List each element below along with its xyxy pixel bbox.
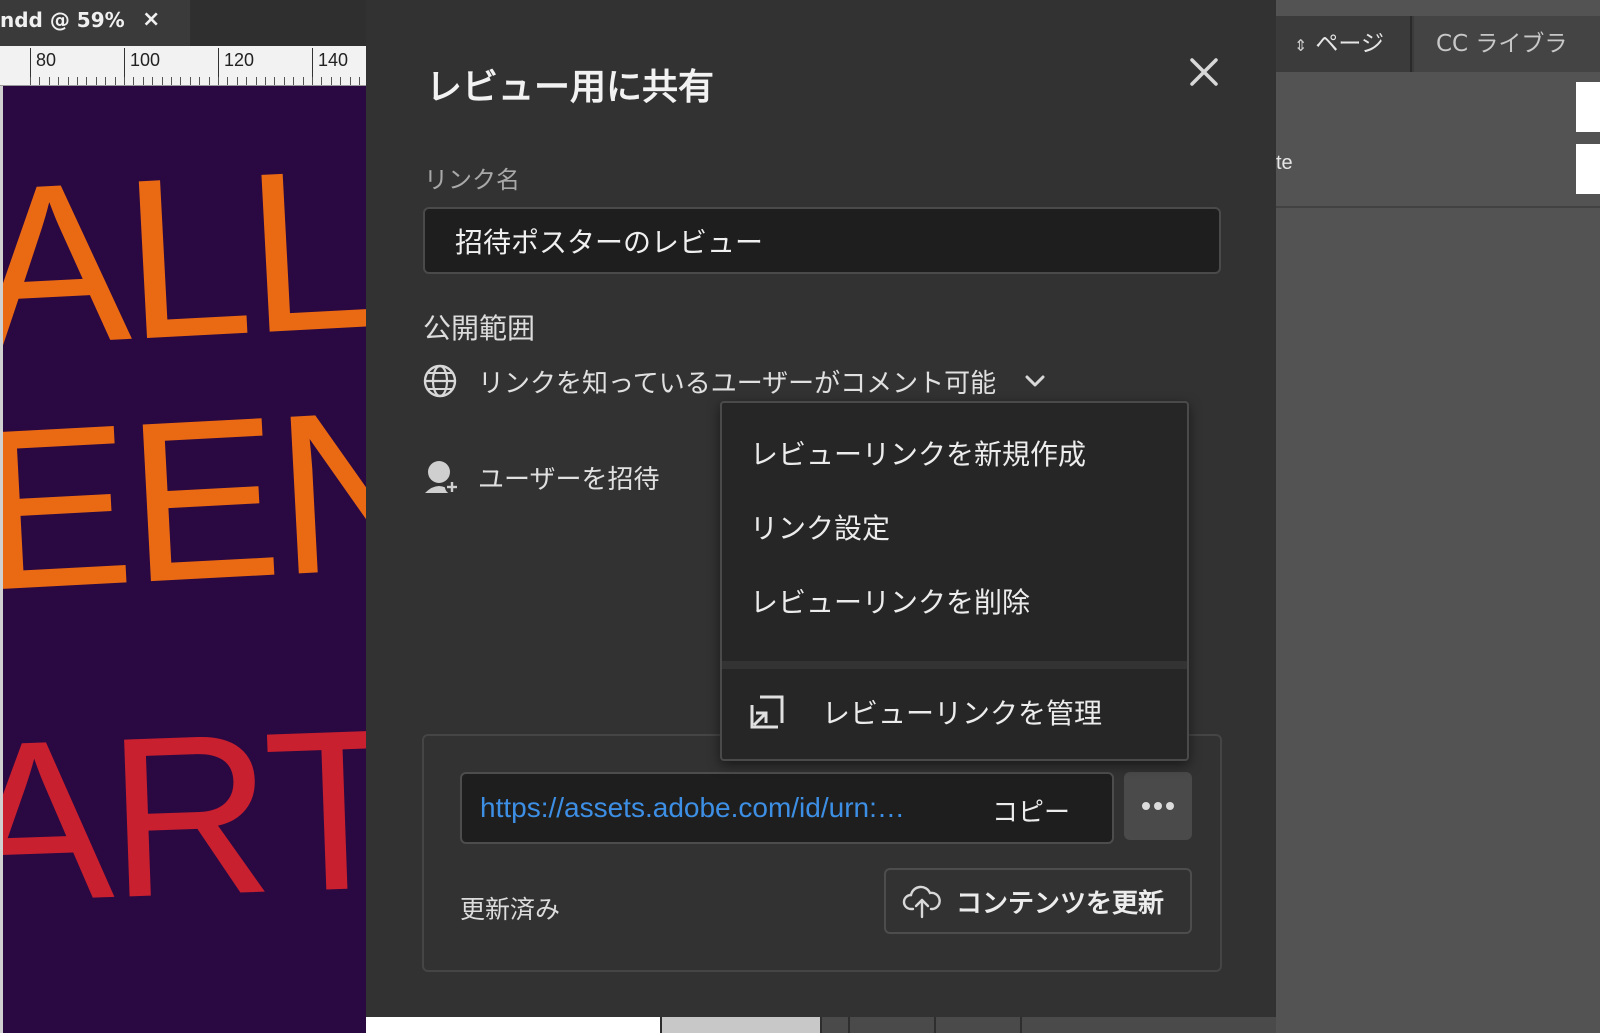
- ruler-minor-tick: [39, 77, 40, 85]
- ruler-minor-tick: [152, 77, 153, 85]
- page-thumbnail[interactable]: [1020, 1016, 1106, 1033]
- tab-cc-libraries[interactable]: CC ライブラ: [1414, 16, 1600, 72]
- ruler-minor-tick: [227, 77, 228, 85]
- ruler-minor-tick: [105, 77, 106, 85]
- ruler-minor-tick: [133, 77, 134, 85]
- review-link-menu: レビューリンクを新規作成 リンク設定 レビューリンクを削除 レビューリンクを管理: [720, 401, 1189, 761]
- tab-close-icon[interactable]: ×: [142, 0, 160, 40]
- ruler-minor-tick: [68, 77, 69, 85]
- poster-text-line: ALLO: [0, 112, 366, 396]
- link-name-label: リンク名: [424, 166, 520, 194]
- globe-icon: [423, 364, 457, 398]
- add-user-icon: [425, 461, 459, 494]
- ruler-minor-tick: [340, 77, 341, 85]
- cloud-upload-icon: [902, 885, 941, 919]
- more-icon: [1142, 802, 1174, 810]
- menu-item-link-settings[interactable]: リンク設定: [750, 507, 890, 547]
- ruler-minor-tick: [162, 77, 163, 85]
- ruler-minor-tick: [180, 77, 181, 85]
- ruler-minor-tick: [115, 77, 116, 85]
- visibility-label: 公開範囲: [423, 312, 536, 345]
- review-link-url[interactable]: https://assets.adobe.com/id/urn:…: [480, 792, 950, 824]
- ruler-minor-tick: [350, 77, 351, 85]
- ruler-label: 120: [224, 50, 255, 70]
- ruler-minor-tick: [58, 77, 59, 85]
- ruler-minor-tick: [246, 77, 247, 85]
- bottom-pages-strip: [660, 1016, 1276, 1033]
- document-tab-title[interactable]: ndd @ 59%: [0, 0, 125, 40]
- chevron-down-icon: [1025, 375, 1045, 387]
- menu-item-new-review-link[interactable]: レビューリンクを新規作成: [750, 433, 1086, 473]
- ruler-minor-tick: [274, 77, 275, 85]
- reorder-arrows-icon: ⇕: [1294, 36, 1308, 55]
- update-content-button[interactable]: コンテンツを更新: [884, 868, 1192, 934]
- ruler-minor-tick: [96, 77, 97, 85]
- tab-bar-background: [190, 0, 366, 46]
- update-content-label: コンテンツを更新: [956, 888, 1165, 919]
- panel-divider: [1276, 206, 1600, 208]
- right-panel: ⇕ ページ CC ライブラ te: [1276, 0, 1600, 1033]
- menu-divider: [722, 661, 1187, 669]
- ruler-minor-tick: [312, 77, 313, 85]
- close-button[interactable]: [1184, 52, 1224, 92]
- page-thumbnail[interactable]: [934, 1016, 1020, 1033]
- page-thumbnail[interactable]: [660, 1016, 820, 1033]
- page-thumbnail[interactable]: [820, 1016, 848, 1033]
- link-name-input[interactable]: [423, 207, 1221, 274]
- panel-swatch[interactable]: [1576, 82, 1600, 132]
- invite-users-button[interactable]: ユーザーを招待: [422, 454, 659, 500]
- panel-swatch[interactable]: [1576, 144, 1600, 194]
- visibility-dropdown[interactable]: リンクを知っているユーザーがコメント可能: [422, 358, 1048, 404]
- ruler-minor-tick: [199, 77, 200, 85]
- review-link-field: https://assets.adobe.com/id/urn:… コピー: [460, 772, 1114, 844]
- ruler-minor-tick: [77, 77, 78, 85]
- ruler-minor-tick: [86, 77, 87, 85]
- ruler-label: 140: [318, 50, 349, 70]
- update-status-text: 更新済み: [460, 895, 561, 924]
- copy-link-button[interactable]: コピー: [992, 792, 1070, 829]
- panel-row-text: te: [1276, 152, 1293, 174]
- manage-review-links-label: レビューリンクを管理: [822, 697, 1103, 730]
- ruler-minor-tick: [143, 77, 144, 85]
- ruler-minor-tick: [331, 77, 332, 85]
- ruler-minor-tick: [30, 77, 31, 85]
- tab-pages-label: ページ: [1315, 31, 1384, 57]
- menu-item-delete-review-link[interactable]: レビューリンクを削除: [750, 581, 1030, 621]
- canvas-edge: [0, 86, 3, 1033]
- ruler-minor-tick: [49, 77, 50, 85]
- review-link-box: https://assets.adobe.com/id/urn:… コピー 更新…: [422, 734, 1222, 972]
- more-options-button[interactable]: [1124, 772, 1192, 840]
- tab-cc-libraries-label: CC ライブラ: [1436, 31, 1568, 57]
- ruler-minor-tick: [256, 77, 257, 85]
- menu-item-manage-review-links[interactable]: レビューリンクを管理: [722, 669, 1187, 755]
- invite-users-label: ユーザーを招待: [478, 464, 660, 495]
- dialog-title: レビュー用に共有: [426, 67, 715, 108]
- ruler-minor-tick: [321, 77, 322, 85]
- ruler-minor-tick: [218, 77, 219, 85]
- horizontal-ruler: 80 100 120 140: [0, 46, 366, 86]
- ruler-minor-tick: [171, 77, 172, 85]
- ruler-minor-tick: [190, 77, 191, 85]
- ruler-label: 80: [36, 50, 57, 70]
- ruler-minor-tick: [303, 77, 304, 85]
- document-canvas[interactable]: ALLO EEN ARTY: [0, 86, 366, 1033]
- ruler-minor-tick: [293, 77, 294, 85]
- app-window: ndd @ 59% × 80 100 120 140 ALLO EEN ARTY…: [0, 0, 1600, 1033]
- ruler-minor-tick: [237, 77, 238, 85]
- open-external-icon: [750, 695, 784, 729]
- tab-pages[interactable]: ⇕ ページ: [1276, 16, 1412, 72]
- ruler-minor-tick: [359, 77, 360, 85]
- ruler-minor-tick: [124, 77, 125, 85]
- poster-text-line: EEN: [0, 361, 366, 639]
- ruler-label: 100: [130, 50, 161, 70]
- panel-tab-bar: ⇕ ページ CC ライブラ: [1276, 16, 1600, 72]
- poster-text-line: ARTY: [0, 676, 366, 952]
- ruler-minor-tick: [209, 77, 210, 85]
- document-tab[interactable]: ndd @ 59% ×: [0, 0, 190, 46]
- ruler-minor-tick: [284, 77, 285, 85]
- close-icon[interactable]: [1184, 52, 1224, 92]
- page-thumbnail[interactable]: [848, 1016, 934, 1033]
- visibility-value: リンクを知っているユーザーがコメント可能: [478, 368, 997, 399]
- ruler-minor-tick: [265, 77, 266, 85]
